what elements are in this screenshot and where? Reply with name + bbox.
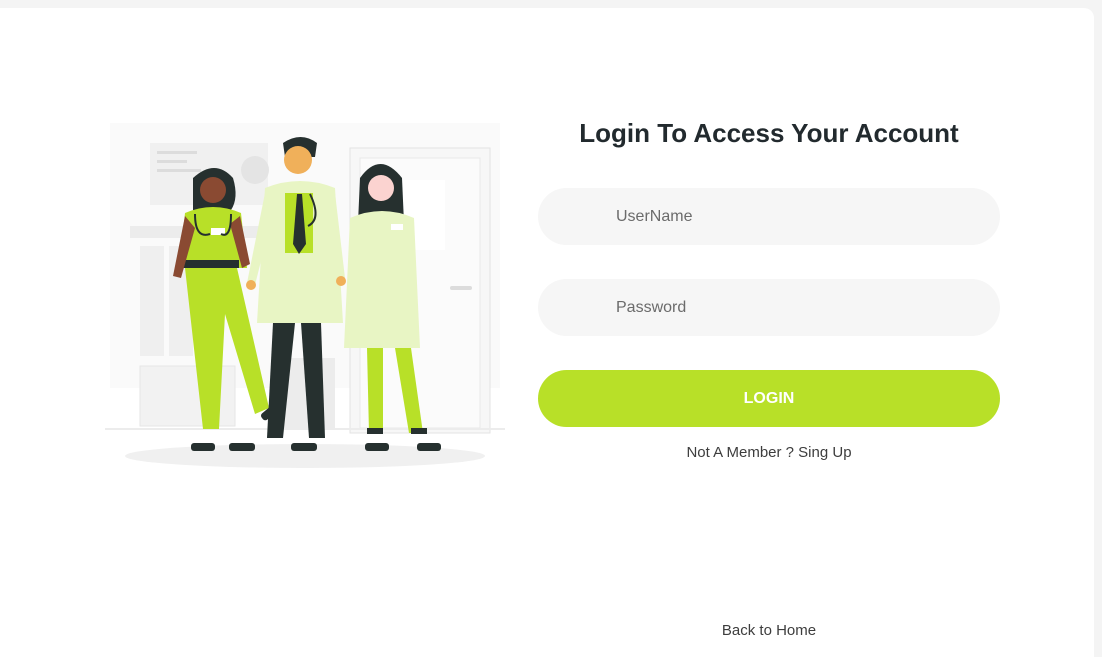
signup-link[interactable]: Not A Member ? Sing Up bbox=[538, 444, 1000, 461]
back-to-home-link[interactable]: Back to Home bbox=[538, 622, 1000, 639]
page-title: Login To Access Your Account bbox=[579, 118, 959, 148]
password-input[interactable] bbox=[538, 279, 1000, 336]
username-input[interactable] bbox=[538, 188, 1000, 245]
login-button[interactable]: LOGIN bbox=[538, 370, 1000, 427]
login-card: Login To Access Your Account LOGIN Not A… bbox=[0, 8, 1094, 657]
doctors-illustration bbox=[105, 123, 505, 468]
